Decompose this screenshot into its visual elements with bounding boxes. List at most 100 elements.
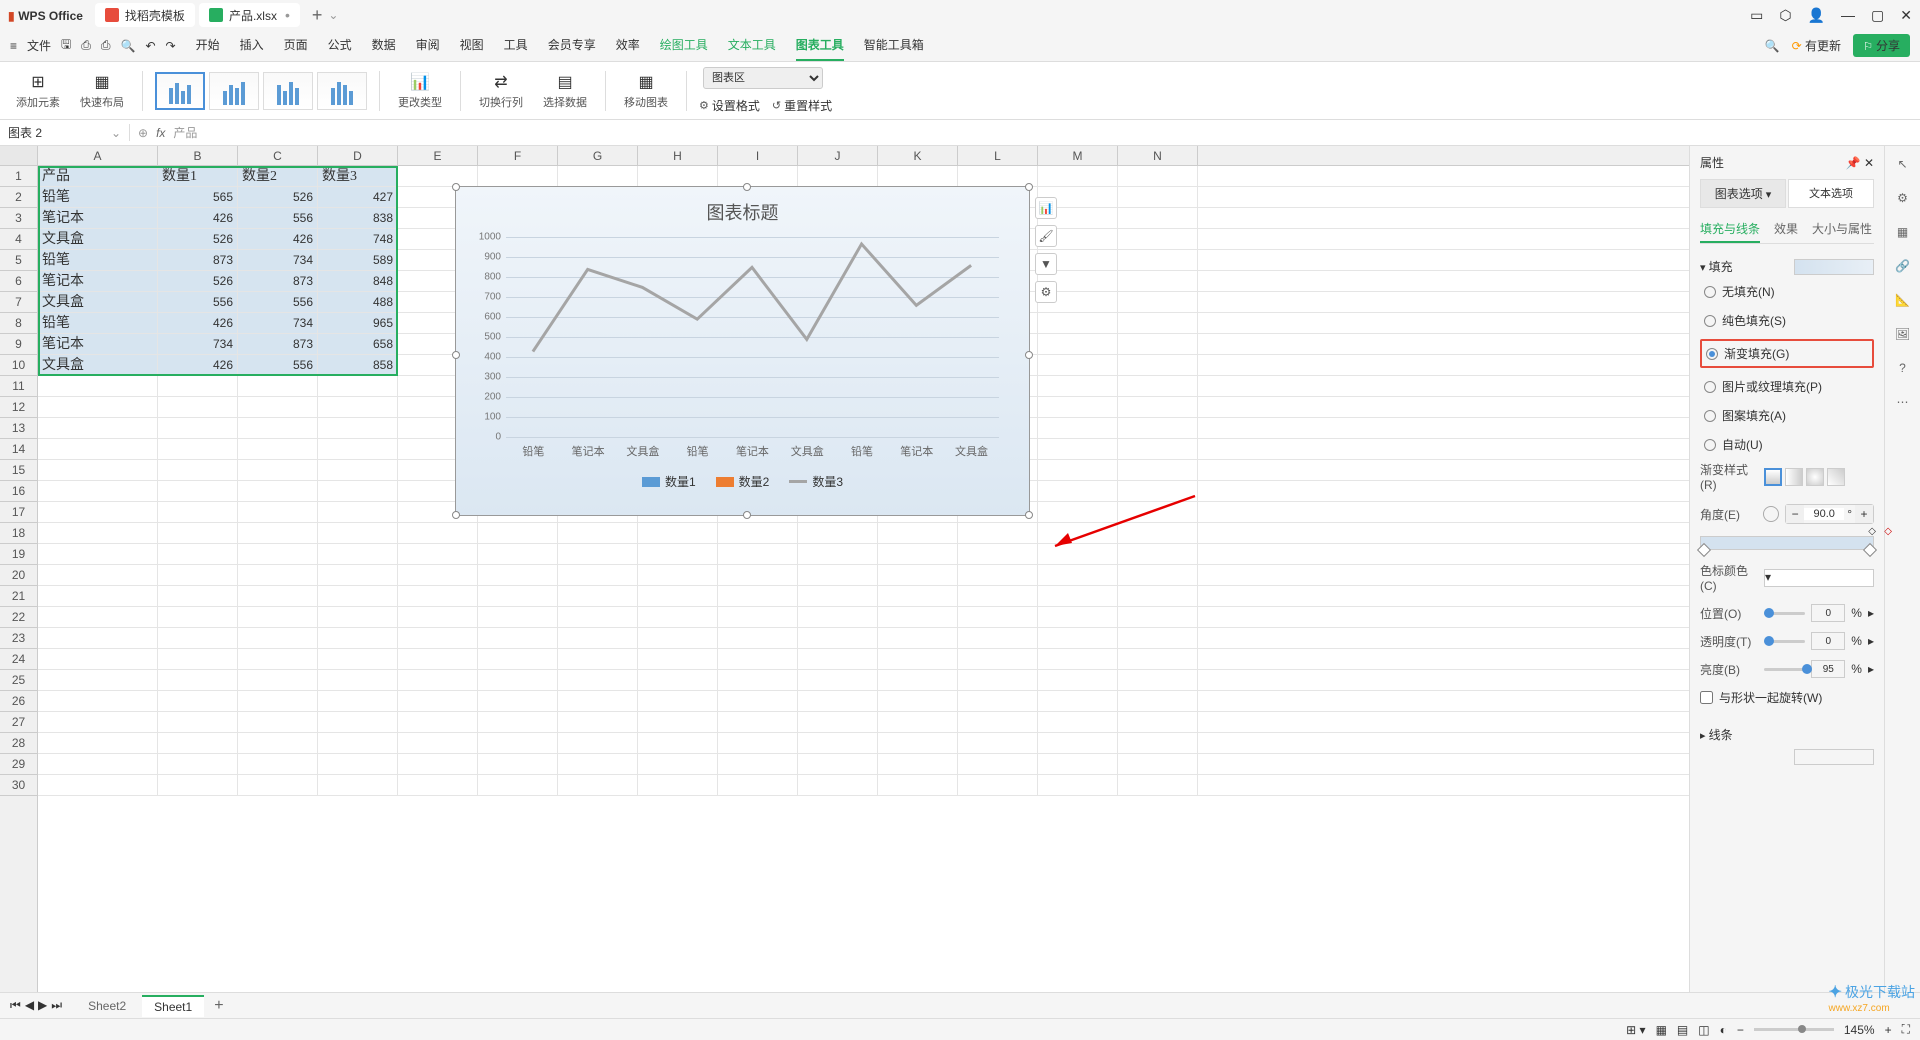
cell[interactable]: 526: [158, 229, 238, 249]
cell[interactable]: [878, 523, 958, 543]
cell[interactable]: [1038, 418, 1118, 438]
cell[interactable]: [398, 166, 478, 186]
cell[interactable]: [558, 166, 638, 186]
cube-icon[interactable]: ⬡: [1779, 7, 1791, 24]
cell[interactable]: [478, 775, 558, 795]
cell[interactable]: [1118, 628, 1198, 648]
cell[interactable]: [958, 628, 1038, 648]
menu-tab-0[interactable]: 开始: [196, 30, 220, 61]
cell[interactable]: 426: [158, 313, 238, 333]
tab-product[interactable]: 产品.xlsx •: [199, 3, 300, 27]
cell[interactable]: [878, 586, 958, 606]
cell[interactable]: [1038, 460, 1118, 480]
cell[interactable]: [1118, 355, 1198, 375]
cell[interactable]: [318, 397, 398, 417]
cell[interactable]: [878, 166, 958, 186]
cell[interactable]: [718, 628, 798, 648]
search-icon[interactable]: 🔍: [1765, 39, 1780, 53]
cell[interactable]: [638, 586, 718, 606]
cell[interactable]: 426: [238, 229, 318, 249]
cell[interactable]: [718, 754, 798, 774]
cell[interactable]: [958, 586, 1038, 606]
cell[interactable]: [1038, 691, 1118, 711]
cell[interactable]: [38, 523, 158, 543]
menu-tab-5[interactable]: 审阅: [416, 30, 440, 61]
cell[interactable]: [558, 691, 638, 711]
gradient-style-picker[interactable]: [1764, 468, 1845, 486]
print-icon[interactable]: ⎙: [101, 38, 111, 53]
text-options-tab[interactable]: 文本选项: [1788, 179, 1874, 208]
cell[interactable]: [1038, 481, 1118, 501]
cell[interactable]: [958, 670, 1038, 690]
cell[interactable]: [1118, 523, 1198, 543]
zoom-value[interactable]: 145%: [1844, 1023, 1875, 1037]
cell[interactable]: [1038, 523, 1118, 543]
cell[interactable]: [238, 775, 318, 795]
update-label[interactable]: 有更新: [1805, 39, 1841, 53]
cell[interactable]: [1118, 460, 1198, 480]
line-preview[interactable]: [1794, 749, 1874, 765]
col-header[interactable]: F: [478, 146, 558, 165]
cell[interactable]: [478, 607, 558, 627]
cell[interactable]: [318, 439, 398, 459]
fullscreen-icon[interactable]: ⛶: [1902, 1022, 1910, 1037]
chart-style-gallery[interactable]: [155, 72, 367, 110]
cell[interactable]: 556: [158, 292, 238, 312]
menu-tab-12[interactable]: 图表工具: [796, 30, 844, 61]
cell[interactable]: [1118, 754, 1198, 774]
cell[interactable]: [718, 712, 798, 732]
switch-rc-button[interactable]: ⇄切换行列: [473, 72, 529, 110]
cell[interactable]: [798, 565, 878, 585]
fill-line-tab[interactable]: 填充与线条: [1700, 216, 1760, 243]
chart-object[interactable]: 图表标题 01002003004005006007008009001000 铅笔…: [455, 186, 1030, 516]
cell[interactable]: [158, 649, 238, 669]
row-header[interactable]: 2: [0, 187, 37, 208]
cell[interactable]: 873: [238, 271, 318, 291]
cell[interactable]: [238, 691, 318, 711]
cell[interactable]: [158, 376, 238, 396]
cell[interactable]: [558, 733, 638, 753]
cell[interactable]: 589: [318, 250, 398, 270]
cell[interactable]: [398, 523, 478, 543]
fill-radio-4[interactable]: 图案填充(A): [1700, 405, 1874, 426]
cell[interactable]: 427: [318, 187, 398, 207]
cell[interactable]: [638, 544, 718, 564]
cell[interactable]: [878, 733, 958, 753]
cell[interactable]: [158, 733, 238, 753]
cell[interactable]: [158, 397, 238, 417]
cell[interactable]: [958, 733, 1038, 753]
cell[interactable]: [238, 376, 318, 396]
move-chart-button[interactable]: ▦移动图表: [618, 72, 674, 110]
cell[interactable]: [1038, 670, 1118, 690]
cell[interactable]: 数量3: [318, 166, 398, 186]
cell[interactable]: [1118, 712, 1198, 732]
brightness-slider[interactable]: [1764, 668, 1805, 671]
cell[interactable]: [878, 544, 958, 564]
cursor-icon[interactable]: ↖: [1893, 154, 1913, 174]
cell[interactable]: [798, 691, 878, 711]
image-icon[interactable]: 🖼: [1893, 324, 1913, 344]
cell[interactable]: [558, 523, 638, 543]
cell[interactable]: 产品: [38, 166, 158, 186]
select-all-corner[interactable]: [0, 146, 38, 165]
row-header[interactable]: 25: [0, 670, 37, 691]
cell[interactable]: [478, 628, 558, 648]
fx-icon[interactable]: fx: [156, 126, 165, 140]
row-header[interactable]: 10: [0, 355, 37, 376]
cell[interactable]: 笔记本: [38, 271, 158, 291]
position-value[interactable]: 0: [1811, 604, 1845, 622]
menu-tab-8[interactable]: 会员专享: [548, 30, 596, 61]
cell[interactable]: [398, 649, 478, 669]
cell[interactable]: [878, 565, 958, 585]
zoom-target-icon[interactable]: ⊕: [138, 126, 148, 140]
cell[interactable]: [398, 754, 478, 774]
chart-settings-button[interactable]: ⚙: [1035, 281, 1057, 303]
row-header[interactable]: 29: [0, 754, 37, 775]
cell[interactable]: [718, 544, 798, 564]
cell[interactable]: [1118, 313, 1198, 333]
cell[interactable]: [238, 502, 318, 522]
cell[interactable]: [318, 649, 398, 669]
cell[interactable]: [158, 460, 238, 480]
cell[interactable]: [558, 754, 638, 774]
cell[interactable]: [1118, 376, 1198, 396]
